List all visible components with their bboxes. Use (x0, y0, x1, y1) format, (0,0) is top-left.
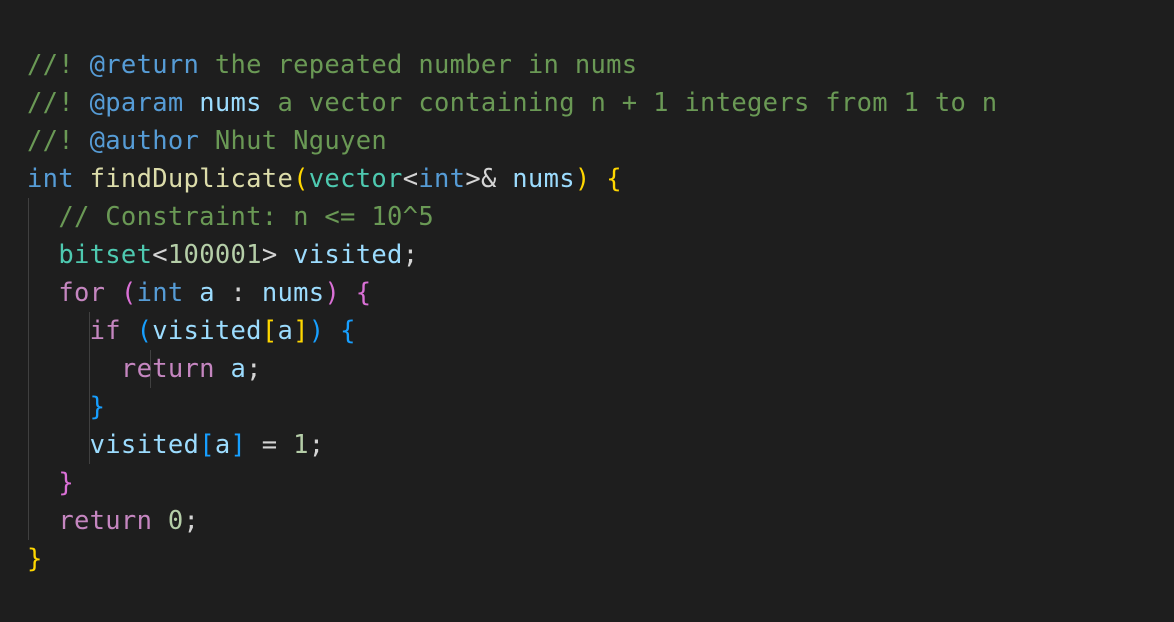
bracket-close: ] (230, 430, 247, 460)
brace-close: } (89, 392, 106, 422)
doc-comment-text: a vector containing n + 1 integers from … (261, 88, 998, 118)
code-line-14[interactable]: } (27, 540, 43, 578)
return-value: a (230, 354, 247, 384)
code-line-13[interactable]: return 0; (27, 502, 199, 540)
loop-var-type: int (136, 278, 184, 308)
return-type: int (27, 164, 74, 194)
code-line-1[interactable]: //! @return the repeated number in nums (27, 46, 637, 84)
variable-name: visited (89, 430, 200, 460)
doc-comment-prefix: //! (27, 88, 90, 118)
template-arg-type: int (418, 164, 466, 194)
doc-comment-prefix: //! (27, 126, 90, 156)
variable-name: visited (152, 316, 262, 346)
param-name: nums (512, 164, 575, 194)
bracket-open: [ (261, 316, 278, 346)
paren-close: ) (574, 164, 591, 194)
index-var: a (277, 316, 294, 346)
brace-close: } (58, 468, 74, 498)
brace-open: { (340, 316, 356, 346)
assigned-value: 1 (293, 430, 309, 460)
code-editor[interactable]: //! @return the repeated number in nums … (0, 0, 1174, 622)
code-line-9[interactable]: return a; (27, 350, 262, 388)
type-name: bitset (58, 240, 153, 270)
code-line-5[interactable]: // Constraint: n <= 10^5 (27, 198, 434, 236)
line-comment: // Constraint: n <= 10^5 (58, 202, 434, 232)
brace-open: { (606, 164, 622, 194)
code-line-12[interactable]: } (27, 464, 74, 502)
template-size: 100001 (167, 240, 262, 270)
paren-open: ( (293, 164, 309, 194)
code-line-2[interactable]: //! @param nums a vector containing n + … (27, 84, 997, 122)
doc-comment-text: Nhut Nguyen (199, 126, 388, 156)
doc-tag-param: @param (89, 88, 184, 118)
doc-param-name: nums (199, 88, 262, 118)
paren-close: ) (308, 316, 325, 346)
return-value: 0 (167, 506, 184, 536)
doc-comment-prefix: //! (27, 50, 90, 80)
doc-tag-return: @return (89, 50, 200, 80)
code-line-8[interactable]: if (visited[a]) { (27, 312, 356, 350)
code-line-4[interactable]: int findDuplicate(vector<int>& nums) { (27, 160, 622, 198)
brace-close: } (27, 544, 43, 574)
doc-comment-text: the repeated number in nums (199, 50, 638, 80)
code-line-7[interactable]: for (int a : nums) { (27, 274, 371, 312)
paren-open: ( (120, 278, 137, 308)
code-line-11[interactable]: visited[a] = 1; (27, 426, 325, 464)
paren-open: ( (136, 316, 153, 346)
function-name: findDuplicate (89, 164, 294, 194)
return-keyword: return (58, 506, 153, 536)
return-keyword: return (120, 354, 215, 384)
for-keyword: for (58, 278, 106, 308)
if-keyword: if (89, 316, 121, 346)
variable-name: visited (293, 240, 403, 270)
loop-var: a (199, 278, 215, 308)
bracket-close: ] (293, 316, 309, 346)
paren-close: ) (324, 278, 341, 308)
doc-tag-author: @author (89, 126, 200, 156)
code-line-10[interactable]: } (27, 388, 105, 426)
code-line-6[interactable]: bitset<100001> visited; (27, 236, 418, 274)
code-line-3[interactable]: //! @author Nhut Nguyen (27, 122, 387, 160)
brace-open: { (355, 278, 372, 308)
loop-range: nums (261, 278, 325, 308)
param-type: vector (308, 164, 403, 194)
index-var: a (214, 430, 231, 460)
bracket-open: [ (199, 430, 215, 460)
